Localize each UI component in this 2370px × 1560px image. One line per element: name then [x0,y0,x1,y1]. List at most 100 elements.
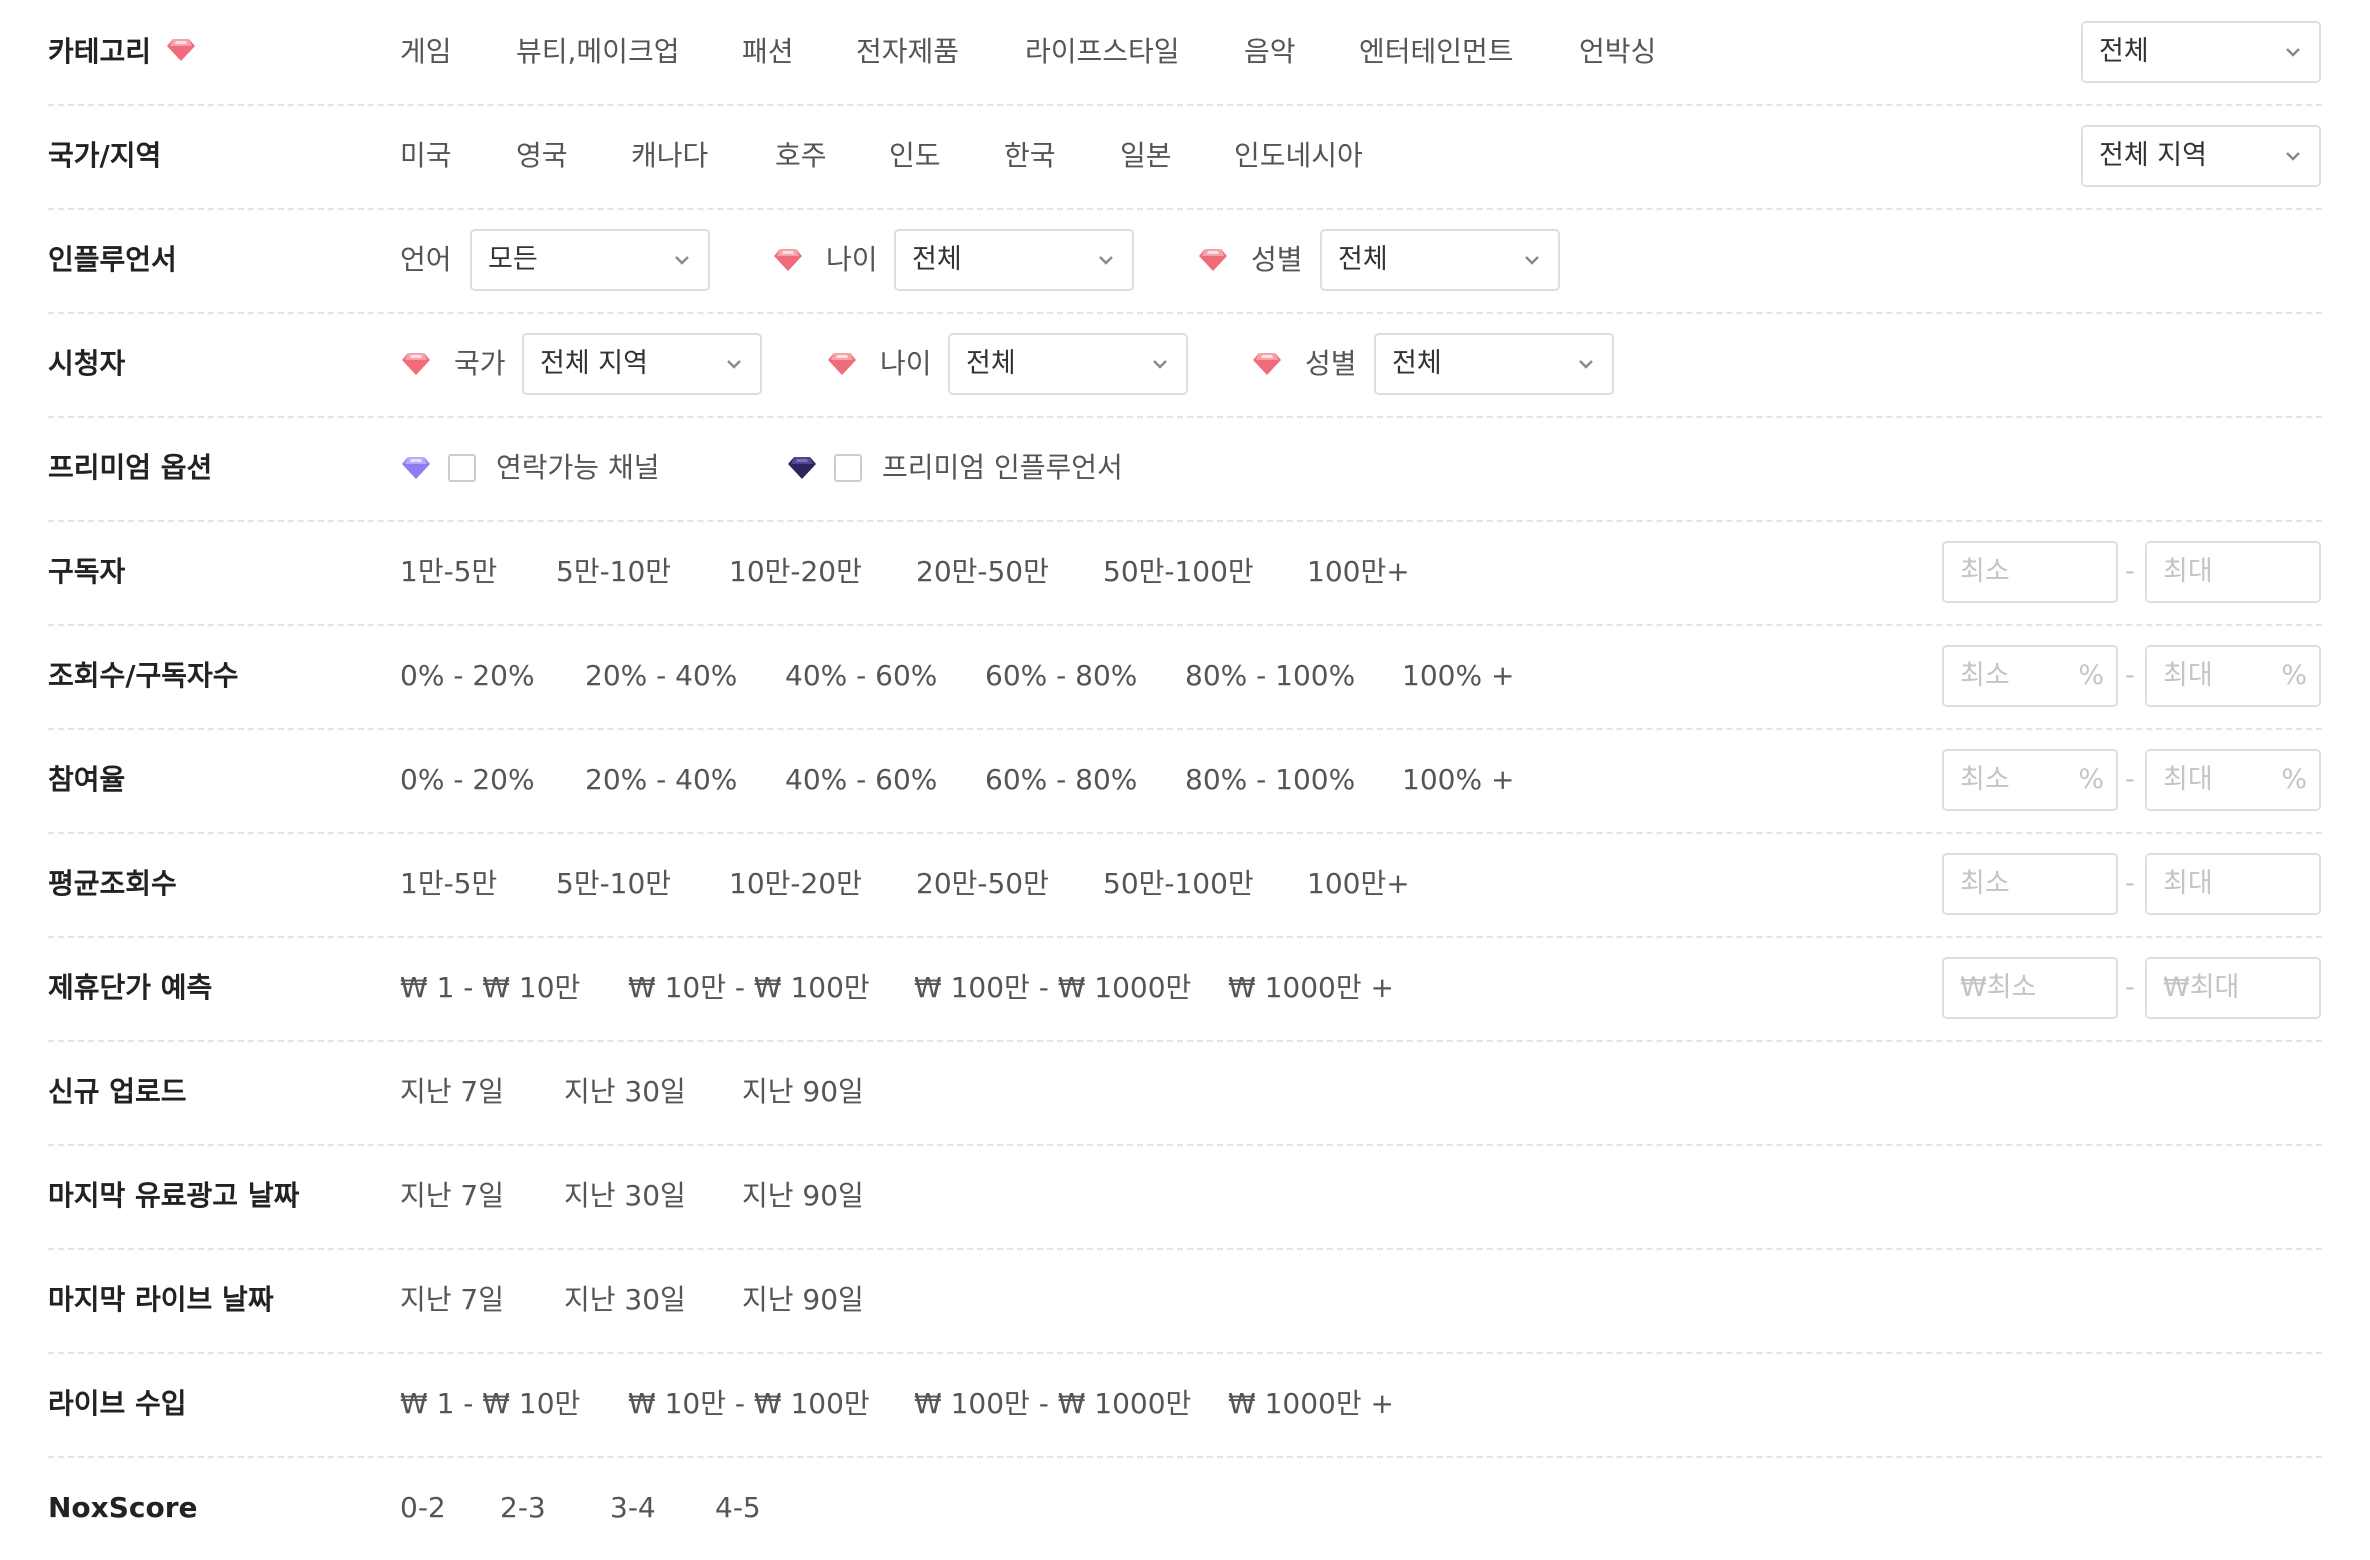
last-live-option[interactable]: 지난 30일 [564,1248,686,1352]
placeholder: 최대 [2163,660,2213,691]
subscribers-min-input[interactable]: 최소 [1942,541,2118,603]
engagement-option[interactable]: 40% - 60% [785,728,937,832]
influencer-language-select[interactable]: 모든 [470,229,710,291]
engagement-min-input[interactable]: 최소 % [1942,749,2118,811]
premium-influencer-checkbox[interactable] [834,454,862,482]
influencer-gender-select[interactable]: 전체 [1320,229,1560,291]
subscribers-option[interactable]: 10만-20만 [729,520,862,624]
price-max-input[interactable]: ₩최대 [2145,957,2321,1019]
region-option[interactable]: 호주 [775,104,827,208]
category-select[interactable]: 전체 [2081,21,2321,83]
last-paid-ad-option[interactable]: 지난 30일 [564,1144,686,1248]
audience-gender-select[interactable]: 전체 [1374,333,1614,395]
new-upload-option[interactable]: 지난 90일 [742,1040,864,1144]
noxscore-option[interactable]: 4-5 [715,1456,761,1560]
region-option[interactable]: 일본 [1120,104,1172,208]
engagement-option[interactable]: 100% + [1402,728,1514,832]
filter-label-influencer: 인플루언서 [48,243,177,276]
audience-age-select[interactable]: 전체 [948,333,1188,395]
subscribers-option[interactable]: 20만-50만 [916,520,1049,624]
views-ratio-max-input[interactable]: 최대 % [2145,645,2321,707]
avg-views-option[interactable]: 20만-50만 [916,832,1049,936]
avg-views-option[interactable]: 1만-5만 [400,832,497,936]
category-option[interactable]: 게임 [400,0,452,104]
filter-row-price: 제휴단가 예측 ₩ 1 - ₩ 10만 ₩ 10만 - ₩ 100만 ₩ 100… [48,936,2322,1042]
subscribers-max-input[interactable]: 최대 [2145,541,2321,603]
views-ratio-option[interactable]: 60% - 80% [985,624,1137,728]
new-upload-option[interactable]: 지난 30일 [564,1040,686,1144]
subscribers-option[interactable]: 5만-10만 [556,520,671,624]
views-ratio-min-input[interactable]: 최소 % [1942,645,2118,707]
price-option[interactable]: ₩ 1000만 + [1228,936,1394,1040]
premium-influencer-label[interactable]: 프리미엄 인플루언서 [882,416,1123,520]
engagement-option[interactable]: 20% - 40% [585,728,737,832]
filter-row-views-ratio: 조회수/구독자수 0% - 20% 20% - 40% 40% - 60% 60… [48,624,2322,730]
category-option[interactable]: 음악 [1244,0,1296,104]
avg-views-option[interactable]: 50만-100만 [1103,832,1254,936]
region-option[interactable]: 한국 [1004,104,1056,208]
engagement-option[interactable]: 80% - 100% [1185,728,1355,832]
views-ratio-option[interactable]: 20% - 40% [585,624,737,728]
last-paid-ad-option[interactable]: 지난 90일 [742,1144,864,1248]
views-ratio-option[interactable]: 80% - 100% [1185,624,1355,728]
chevron-down-icon [2286,48,2300,57]
avg-views-option[interactable]: 10만-20만 [729,832,862,936]
category-option[interactable]: 패션 [742,0,794,104]
last-paid-ad-option[interactable]: 지난 7일 [400,1144,504,1248]
engagement-option[interactable]: 0% - 20% [400,728,535,832]
live-income-option[interactable]: ₩ 100만 - ₩ 1000만 [914,1352,1191,1456]
subscribers-option[interactable]: 100만+ [1307,520,1410,624]
avg-views-option[interactable]: 100만+ [1307,832,1410,936]
live-income-option[interactable]: ₩ 1000만 + [1228,1352,1394,1456]
subscribers-option[interactable]: 50만-100만 [1103,520,1254,624]
avg-views-min-input[interactable]: 최소 [1942,853,2118,915]
range-separator: - [2125,972,2135,1003]
chevron-down-icon [675,256,689,265]
noxscore-option[interactable]: 3-4 [610,1456,656,1560]
category-option[interactable]: 뷰티,메이크업 [516,0,679,104]
contactable-channel-label[interactable]: 연락가능 채널 [496,416,659,520]
views-ratio-option[interactable]: 40% - 60% [785,624,937,728]
new-upload-option[interactable]: 지난 7일 [400,1040,504,1144]
last-live-option[interactable]: 지난 7일 [400,1248,504,1352]
live-income-option[interactable]: ₩ 10만 - ₩ 100만 [628,1352,870,1456]
audience-country-select[interactable]: 전체 지역 [522,333,762,395]
filter-label-views-ratio: 조회수/구독자수 [48,659,239,692]
subscribers-option[interactable]: 1만-5만 [400,520,497,624]
category-option[interactable]: 전자제품 [856,0,959,104]
views-ratio-option[interactable]: 0% - 20% [400,624,535,728]
category-option[interactable]: 엔터테인먼트 [1359,0,1514,104]
noxscore-option[interactable]: 0-2 [400,1456,446,1560]
region-select[interactable]: 전체 지역 [2081,125,2321,187]
filter-label-engagement: 참여율 [48,763,126,796]
category-option[interactable]: 언박싱 [1579,0,1656,104]
influencer-age-select[interactable]: 전체 [894,229,1134,291]
engagement-option[interactable]: 60% - 80% [985,728,1137,832]
region-option[interactable]: 영국 [516,104,568,208]
region-option[interactable]: 미국 [400,104,452,208]
avg-views-max-input[interactable]: 최대 [2145,853,2321,915]
placeholder: ₩최소 [1960,972,2037,1003]
contactable-channel-checkbox[interactable] [448,454,476,482]
noxscore-option[interactable]: 2-3 [500,1456,546,1560]
percent-unit: % [2281,764,2307,795]
region-option[interactable]: 인도 [889,104,941,208]
avg-views-option[interactable]: 5만-10만 [556,832,671,936]
placeholder: 최소 [1960,764,2010,795]
price-option[interactable]: ₩ 1 - ₩ 10만 [400,936,580,1040]
region-option[interactable]: 캐나다 [631,104,708,208]
price-option[interactable]: ₩ 10만 - ₩ 100만 [628,936,870,1040]
influencer-gender-value: 전체 [1338,244,1388,275]
price-min-input[interactable]: ₩최소 [1942,957,2118,1019]
influencer-gender-label: 성별 [1251,243,1303,276]
filter-row-audience: 시청자 국가 전체 지역 나이 전체 성별 전체 [48,312,2322,418]
live-income-option[interactable]: ₩ 1 - ₩ 10만 [400,1352,580,1456]
category-option[interactable]: 라이프스타일 [1025,0,1180,104]
price-option[interactable]: ₩ 100만 - ₩ 1000만 [914,936,1191,1040]
last-live-option[interactable]: 지난 90일 [742,1248,864,1352]
region-option[interactable]: 인도네시아 [1234,104,1363,208]
engagement-max-input[interactable]: 최대 % [2145,749,2321,811]
audience-gender-label: 성별 [1305,347,1357,380]
views-ratio-option[interactable]: 100% + [1402,624,1514,728]
gem-icon [167,39,196,61]
